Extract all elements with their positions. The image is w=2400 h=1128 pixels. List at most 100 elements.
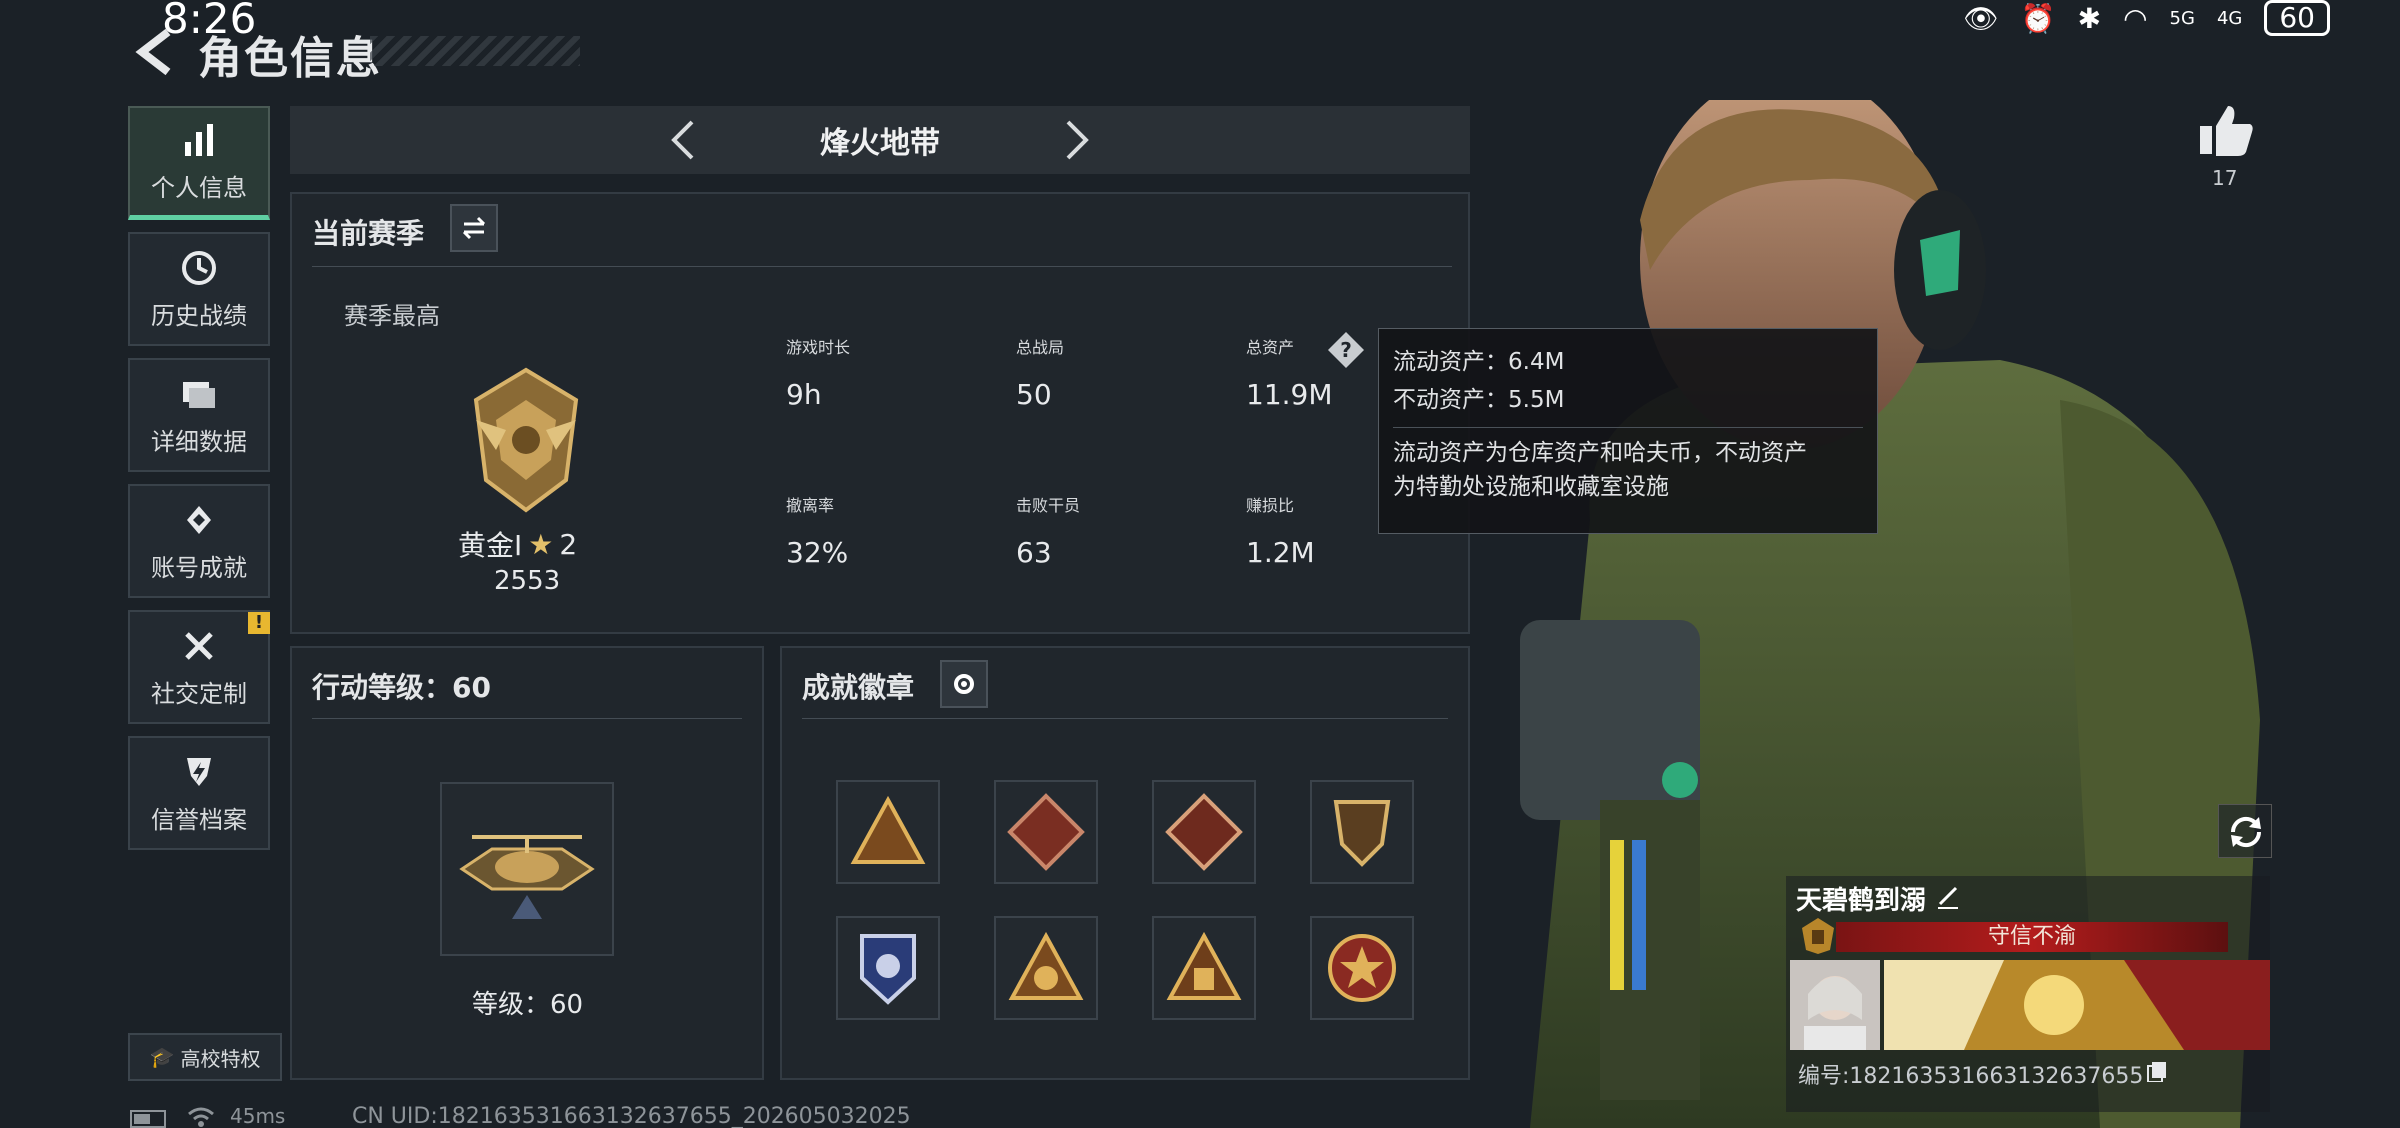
tooltip-liquid-assets: 流动资产：6.4M	[1393, 349, 1565, 375]
divider	[312, 718, 742, 719]
thumbs-up-icon[interactable]	[2196, 100, 2256, 160]
graduation-cap-icon: 🎓	[149, 1045, 175, 1069]
helicopter-emblem-icon	[459, 835, 595, 919]
network-4g: 4G	[2216, 7, 2243, 29]
eye-icon: 👁	[1963, 1, 1999, 35]
stat-value: 32%	[786, 536, 849, 569]
stat-value: 9h	[786, 378, 822, 411]
svg-text:?: ?	[1340, 338, 1352, 362]
divider	[802, 718, 1448, 719]
level-emblem-frame	[440, 782, 614, 956]
police-badge-icon	[860, 934, 916, 1005]
gold-rank-emblem-icon	[473, 367, 579, 513]
nav-credit-record[interactable]: 信誉档案	[128, 736, 270, 850]
stat-value: 11.9M	[1246, 378, 1333, 411]
ping-value: 45ms	[230, 1104, 286, 1128]
season-best-label: 赛季最高	[344, 302, 440, 330]
season-title: 当前赛季	[312, 217, 425, 250]
achievement-badge[interactable]	[1310, 780, 1414, 884]
player-name: 天碧鹤到溺	[1796, 886, 1927, 916]
nav-label: 详细数据	[151, 427, 247, 456]
nav-detail-data[interactable]: 详细数据	[128, 358, 270, 472]
player-banner	[1884, 960, 2270, 1050]
back-arrow-icon[interactable]	[130, 22, 180, 82]
diamond-badge-icon	[1165, 793, 1243, 871]
alarm-icon: ⏰	[2020, 1, 2056, 35]
nav-label: 社交定制	[151, 679, 247, 708]
achievement-badge[interactable]	[836, 780, 940, 884]
badge-settings-button[interactable]	[940, 660, 988, 708]
achievement-badge[interactable]	[994, 780, 1098, 884]
rank-row: 黄金Ⅰ ★ 2	[458, 524, 577, 564]
history-icon	[182, 250, 216, 285]
title-emblem-icon	[1802, 918, 1834, 954]
bluetooth-icon: ✱	[2077, 1, 2102, 35]
avatar[interactable]	[1790, 960, 1880, 1050]
achievement-badge[interactable]	[994, 916, 1098, 1020]
nav-achievements[interactable]: 账号成就	[128, 484, 270, 598]
battery-icon	[130, 1110, 166, 1128]
mode-title: 烽火地带	[820, 126, 940, 161]
shield-icon	[187, 757, 211, 786]
player-id: 编号:1821635316631326376​55	[1798, 1064, 2144, 1089]
badges-title: 成就徽章	[802, 671, 915, 704]
tooltip-fixed-assets: 不动资产：5.5M	[1393, 387, 1565, 413]
nav-label: 个人信息	[151, 174, 247, 202]
bar-chart-icon	[185, 124, 213, 156]
achievement-icon	[187, 505, 211, 534]
title-decoration	[370, 36, 580, 66]
rank-stars: 2	[559, 527, 578, 561]
diamond-badge-icon	[1007, 793, 1085, 871]
network-5g: 5G	[2169, 7, 2195, 29]
achievement-badge[interactable]	[1310, 916, 1414, 1020]
stat-label: 撤离率	[786, 496, 835, 515]
shield-badge-icon	[1333, 800, 1391, 867]
achievement-badge[interactable]	[836, 916, 940, 1020]
triangle-badge-icon	[1166, 931, 1242, 1000]
wifi-icon	[188, 1107, 214, 1127]
divider	[312, 266, 1452, 267]
like-count: 17	[2212, 166, 2238, 190]
achievement-badge[interactable]	[1152, 780, 1256, 884]
nav-label: 账号成就	[151, 553, 247, 582]
nav-history[interactable]: 历史战绩	[128, 232, 270, 346]
help-icon[interactable]: ?	[1326, 330, 1366, 370]
stat-label: 击败干员	[1016, 496, 1081, 515]
battery-indicator: 60	[2264, 0, 2330, 36]
stat-value: 63	[1016, 536, 1052, 569]
uid-text: CN UID:1821635316631326376​55_2026050320…	[352, 1104, 911, 1128]
stat-value: 50	[1016, 378, 1052, 411]
nav-label: 历史战绩	[151, 301, 247, 330]
stat-label: 游戏时长	[786, 338, 851, 357]
campus-privilege-button[interactable]: 🎓 高校特权	[128, 1033, 282, 1081]
tools-icon	[185, 631, 213, 660]
triangle-badge-icon	[1008, 931, 1084, 1000]
rank-name: 黄金Ⅰ	[458, 529, 523, 562]
swap-icon	[462, 216, 486, 240]
gear-icon	[954, 674, 974, 694]
stat-label: 总战局	[1016, 338, 1065, 357]
achievement-badge[interactable]	[1152, 916, 1256, 1020]
chevron-right-icon[interactable]	[1052, 116, 1100, 164]
page-title: 角色信息	[198, 33, 382, 84]
refresh-button[interactable]	[2218, 804, 2272, 858]
mode-selector: 烽火地带	[290, 106, 1470, 174]
rank-points: 2553	[494, 566, 561, 596]
campus-label: 高校特权	[180, 1046, 261, 1071]
stat-label: 赚损比	[1246, 496, 1295, 515]
tooltip-desc-line2: 为特勤处设施和收藏室设施	[1393, 474, 1669, 500]
copy-icon[interactable]	[2146, 1060, 2168, 1082]
assets-tooltip: 流动资产：6.4M 不动资产：5.5M 流动资产为仓库资产和哈夫币，不动资产 为…	[1378, 328, 1878, 534]
triangle-badge-icon	[850, 795, 926, 864]
action-level-title: 行动等级：60	[312, 671, 491, 704]
chevron-left-icon[interactable]	[660, 116, 708, 164]
nav-personal-info[interactable]: 个人信息	[128, 106, 270, 220]
edit-icon[interactable]	[1934, 882, 1962, 910]
swap-season-button[interactable]	[450, 204, 498, 252]
player-title: 守信不渝	[1836, 922, 2228, 952]
alert-badge: !	[248, 612, 270, 634]
tooltip-divider	[1393, 427, 1863, 428]
refresh-icon	[2230, 816, 2262, 848]
folder-icon	[183, 381, 215, 408]
stat-label: 总资产	[1246, 338, 1295, 357]
